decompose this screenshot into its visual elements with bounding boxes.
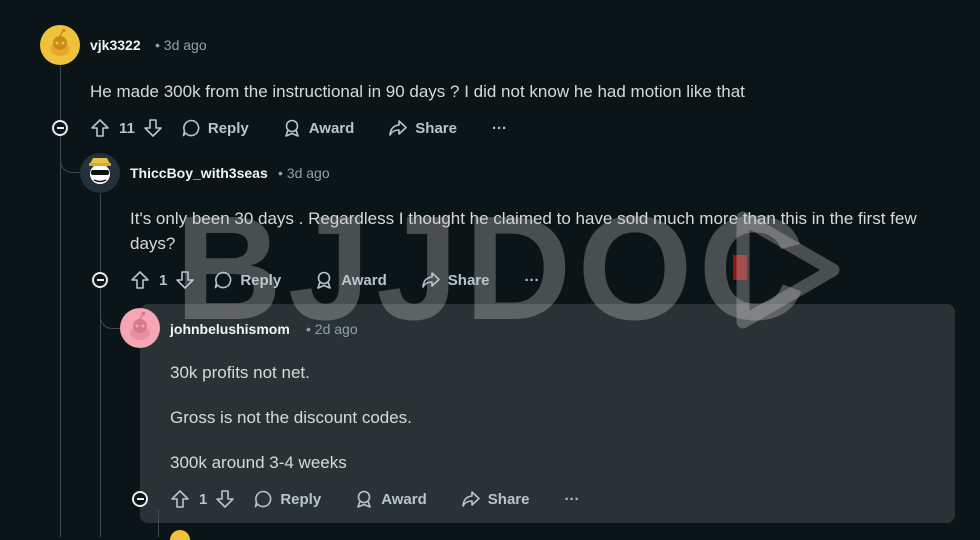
comment-time: 3d ago (163, 37, 207, 53)
share-button[interactable]: Share (388, 118, 457, 138)
upvote-arrow-icon (171, 490, 189, 508)
more-options-icon: ··· (564, 490, 580, 508)
more-options-button[interactable]: ··· (492, 120, 507, 137)
award-button[interactable]: Award (282, 118, 355, 138)
share-arrow-icon (461, 491, 480, 507)
comment-action-bar: 11 Reply Award Share ··· (90, 112, 507, 144)
avatar[interactable] (40, 25, 80, 65)
comment-username[interactable]: ThiccBoy_with3seas (130, 165, 268, 181)
reply-label: Reply (207, 119, 249, 137)
comment-body: He made 300k from the instructional in 9… (90, 79, 950, 104)
comment-action-bar: 1 Reply Award Share ··· (170, 483, 579, 515)
downvote-button[interactable] (143, 118, 163, 138)
avatar[interactable] (120, 308, 160, 348)
award-icon (317, 271, 332, 289)
reply-button[interactable]: Reply (213, 270, 281, 290)
meta-separator: • (306, 321, 311, 337)
share-label: Share (415, 119, 457, 137)
watermark-red-accent (733, 255, 747, 280)
share-button[interactable]: Share (461, 489, 530, 509)
comment-timestamp: • 3d ago (155, 37, 207, 53)
award-label: Award (308, 119, 355, 137)
comment-username[interactable]: vjk3322 (90, 37, 141, 53)
more-options-button[interactable]: ··· (524, 272, 539, 289)
upvote-arrow-icon (91, 119, 109, 137)
reply-label: Reply (280, 490, 322, 508)
vote-count: 1 (199, 490, 208, 508)
share-label: Share (487, 490, 530, 508)
comment-bubble-icon (182, 119, 200, 137)
award-icon (357, 490, 372, 508)
comment-body: It's only been 30 days . Regardless I th… (130, 206, 960, 256)
comment-timestamp: • 2d ago (306, 321, 358, 337)
avatar[interactable] (80, 153, 120, 193)
meta-separator: • (278, 165, 283, 181)
upvote-button[interactable] (130, 270, 150, 290)
comment-timestamp: • 3d ago (278, 165, 330, 181)
comment-time: 3d ago (286, 165, 330, 181)
snoo-avatar-icon (50, 28, 70, 56)
comment-paragraph: He made 300k from the instructional in 9… (90, 82, 745, 101)
share-arrow-icon (421, 272, 440, 288)
upvote-button[interactable] (170, 489, 190, 509)
award-icon (284, 119, 299, 137)
comment-paragraph-line: It's only been 30 days . Regardless I th… (130, 209, 917, 228)
thread-line-2 (100, 194, 101, 537)
award-button[interactable]: Award (354, 489, 427, 509)
vote-count: 11 (119, 119, 135, 137)
share-arrow-icon (389, 120, 408, 136)
award-label: Award (381, 490, 427, 508)
upvote-arrow-icon (131, 271, 149, 289)
comment-time: 2d ago (314, 321, 358, 337)
comment-action-bar: 1 Reply Award Share ··· (130, 264, 539, 296)
downvote-arrow-icon (144, 119, 162, 137)
comment-paragraph: Gross is not the discount codes. (170, 408, 412, 427)
comment-paragraph-line: days? (130, 234, 176, 253)
collapse-thread-button[interactable] (92, 272, 108, 288)
comment-body: 30k profits not net. Gross is not the di… (170, 360, 940, 475)
award-button[interactable]: Award (314, 270, 387, 290)
comment-paragraph: 30k profits not net. (170, 363, 310, 382)
vote-count: 1 (159, 271, 168, 289)
share-button[interactable]: Share (421, 270, 490, 290)
more-options-icon: ··· (492, 119, 507, 137)
share-label: Share (447, 271, 490, 289)
comment-paragraph: 300k around 3-4 weeks (170, 453, 347, 472)
award-label: Award (341, 271, 387, 289)
reply-button[interactable]: Reply (181, 118, 249, 138)
reply-button[interactable]: Reply (253, 489, 321, 509)
downvote-arrow-icon (176, 271, 195, 289)
snoo-sunglasses-avatar-icon (89, 158, 111, 184)
more-options-button[interactable]: ··· (564, 491, 579, 508)
upvote-button[interactable] (90, 118, 110, 138)
downvote-button[interactable] (215, 489, 235, 509)
reply-label: Reply (240, 271, 282, 289)
comment-bubble-icon (255, 490, 272, 508)
collapse-thread-button[interactable] (52, 120, 68, 136)
comment-bubble-icon (215, 271, 232, 289)
partial-avatar (170, 530, 190, 540)
more-options-icon: ··· (524, 271, 540, 289)
meta-separator: • (155, 37, 160, 53)
downvote-arrow-icon (216, 490, 235, 508)
collapse-thread-button[interactable] (132, 491, 148, 507)
comment-username[interactable]: johnbelushismom (170, 321, 290, 337)
downvote-button[interactable] (175, 270, 195, 290)
snoo-avatar-icon (130, 311, 150, 340)
thread-connector-4 (158, 510, 159, 537)
thread-line-1 (60, 66, 61, 537)
